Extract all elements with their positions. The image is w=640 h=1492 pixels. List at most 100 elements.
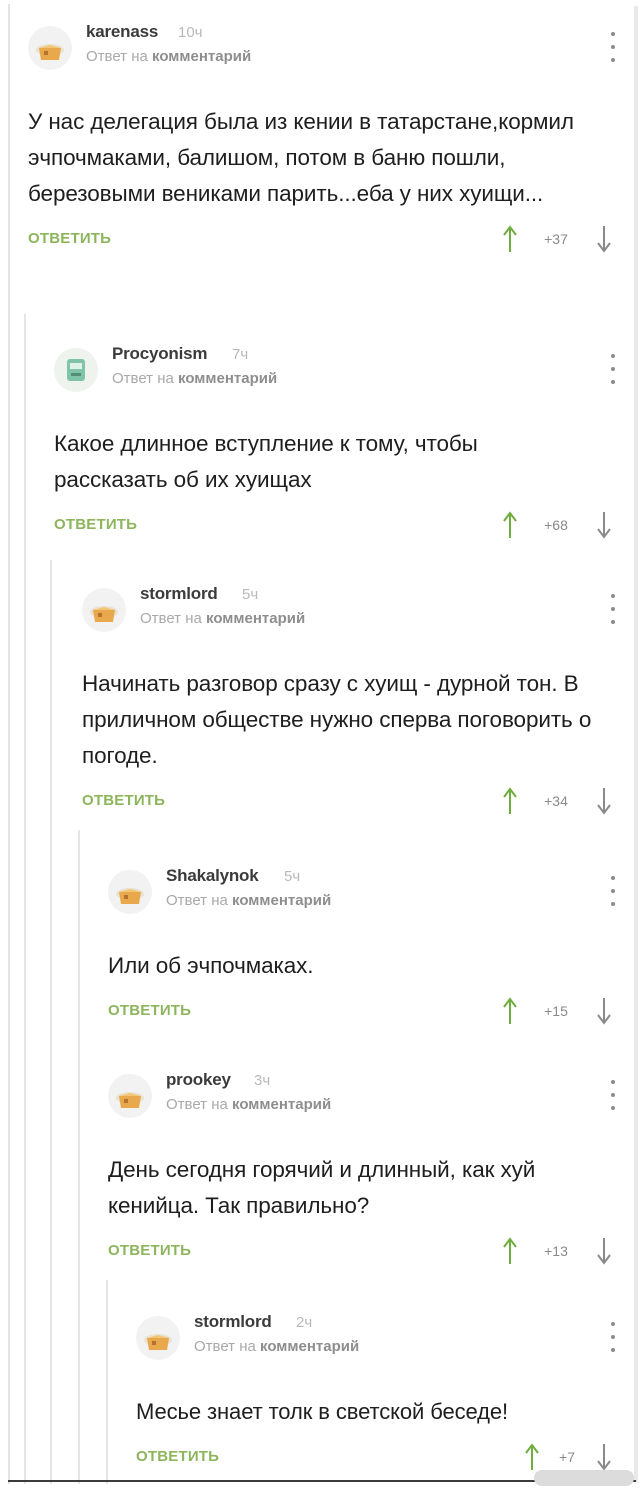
comment: Shakalynok 5ч Ответ на комментарий Или о… bbox=[108, 866, 618, 1026]
comment-author[interactable]: stormlord bbox=[194, 1312, 272, 1332]
reply-button[interactable]: ОТВЕТИТЬ bbox=[108, 1242, 191, 1259]
vote-score: +34 bbox=[544, 793, 568, 809]
arrow-down-icon[interactable] bbox=[596, 1442, 612, 1472]
arrow-up-icon[interactable] bbox=[524, 1442, 540, 1472]
robot-icon bbox=[67, 359, 85, 381]
reply-target-link[interactable]: комментарий bbox=[232, 1096, 331, 1113]
comment-author[interactable]: karenass bbox=[86, 22, 158, 42]
comment-text: Или об эчпочмаках. bbox=[108, 953, 314, 978]
reply-prefix: Ответ на bbox=[112, 370, 179, 387]
comment-header: Shakalynok 5ч Ответ на комментарий bbox=[108, 866, 618, 922]
reply-button[interactable]: ОТВЕТИТЬ bbox=[54, 516, 137, 533]
reply-prefix: Ответ на bbox=[194, 1338, 261, 1355]
comment-text: Какое длинное вступление к тому, чтобы р… bbox=[54, 431, 478, 492]
more-vertical-icon[interactable] bbox=[608, 32, 618, 62]
comment: stormlord 2ч Ответ на комментарий Месье … bbox=[136, 1312, 618, 1472]
reply-prefix: Ответ на bbox=[140, 610, 207, 627]
avatar[interactable] bbox=[82, 588, 126, 632]
reply-prefix: Ответ на bbox=[166, 892, 233, 909]
comment-time: 10ч bbox=[178, 24, 203, 41]
arrow-up-icon[interactable] bbox=[502, 996, 518, 1026]
avatar[interactable] bbox=[54, 348, 98, 392]
comment-time: 5ч bbox=[284, 868, 301, 885]
reply-to-line[interactable]: Ответ на комментарий bbox=[166, 892, 331, 909]
reply-to-line[interactable]: Ответ на комментарий bbox=[86, 48, 251, 65]
reply-prefix: Ответ на bbox=[166, 1096, 233, 1113]
comment-time: 7ч bbox=[232, 346, 249, 363]
comment-footer: ОТВЕТИТЬ +15 bbox=[108, 996, 618, 1026]
comment-header: stormlord 2ч Ответ на комментарий bbox=[136, 1312, 618, 1368]
arrow-up-icon[interactable] bbox=[502, 510, 518, 540]
thread-line-level-1 bbox=[24, 314, 26, 1484]
comment-header: karenass 10ч Ответ на комментарий bbox=[28, 22, 618, 78]
vote-score: +13 bbox=[544, 1243, 568, 1259]
reply-prefix: Ответ на bbox=[86, 48, 153, 65]
more-vertical-icon[interactable] bbox=[608, 1322, 618, 1352]
vote-score: +15 bbox=[544, 1003, 568, 1019]
arrow-up-icon[interactable] bbox=[502, 1236, 518, 1266]
comment-time: 2ч bbox=[296, 1314, 313, 1331]
reply-target-link[interactable]: комментарий bbox=[152, 48, 251, 65]
comment-text: Начинать разговор сразу с хуищ - дурной … bbox=[82, 671, 592, 768]
comment-footer: ОТВЕТИТЬ +7 bbox=[136, 1442, 618, 1472]
cat-in-box-icon bbox=[90, 606, 118, 622]
comment: stormlord 5ч Ответ на комментарий Начина… bbox=[82, 584, 618, 816]
comment-footer: ОТВЕТИТЬ +34 bbox=[82, 786, 618, 816]
comment-text: День сегодня горячий и длинный, как хуй … bbox=[108, 1157, 536, 1218]
comment-text: У нас делегация была из кении в татарста… bbox=[28, 109, 574, 206]
reply-to-line[interactable]: Ответ на комментарий bbox=[194, 1338, 359, 1355]
comment-footer: ОТВЕТИТЬ +37 bbox=[28, 224, 618, 254]
comment: prookey 3ч Ответ на комментарий День сег… bbox=[108, 1070, 618, 1266]
arrow-down-icon[interactable] bbox=[596, 224, 612, 254]
comment-header: stormlord 5ч Ответ на комментарий bbox=[82, 584, 618, 640]
thread-line-level-3 bbox=[78, 830, 80, 1484]
vote-score: +37 bbox=[544, 231, 568, 247]
comment-footer: ОТВЕТИТЬ +68 bbox=[54, 510, 618, 540]
avatar[interactable] bbox=[108, 870, 152, 914]
arrow-down-icon[interactable] bbox=[596, 510, 612, 540]
thread-line-level-2 bbox=[50, 560, 52, 1484]
vote-score: +7 bbox=[559, 1449, 575, 1465]
cat-in-box-icon bbox=[36, 44, 64, 60]
cat-in-box-icon bbox=[144, 1334, 172, 1350]
comment: Procyonism 7ч Ответ на комментарий Какое… bbox=[54, 344, 618, 540]
reply-to-line[interactable]: Ответ на комментарий bbox=[112, 370, 277, 387]
comment-author[interactable]: stormlord bbox=[140, 584, 218, 604]
reply-target-link[interactable]: комментарий bbox=[260, 1338, 359, 1355]
more-vertical-icon[interactable] bbox=[608, 1080, 618, 1110]
reply-target-link[interactable]: комментарий bbox=[206, 610, 305, 627]
comment: karenass 10ч Ответ на комментарий У нас … bbox=[28, 22, 618, 254]
vote-score: +68 bbox=[544, 517, 568, 533]
reply-button[interactable]: ОТВЕТИТЬ bbox=[28, 230, 111, 247]
comment-text: Месье знает толк в светской беседе! bbox=[136, 1399, 509, 1424]
avatar[interactable] bbox=[136, 1316, 180, 1360]
arrow-down-icon[interactable] bbox=[596, 996, 612, 1026]
scroll-indicator[interactable] bbox=[534, 1470, 634, 1486]
right-edge bbox=[634, 6, 638, 1482]
arrow-down-icon[interactable] bbox=[596, 786, 612, 816]
reply-button[interactable]: ОТВЕТИТЬ bbox=[82, 792, 165, 809]
comment-author[interactable]: prookey bbox=[166, 1070, 231, 1090]
comment-author[interactable]: Shakalynok bbox=[166, 866, 259, 886]
more-vertical-icon[interactable] bbox=[608, 876, 618, 906]
cat-in-box-icon bbox=[116, 888, 144, 904]
arrow-down-icon[interactable] bbox=[596, 1236, 612, 1266]
reply-button[interactable]: ОТВЕТИТЬ bbox=[108, 1002, 191, 1019]
avatar[interactable] bbox=[28, 26, 72, 70]
more-vertical-icon[interactable] bbox=[608, 354, 618, 384]
comment-time: 5ч bbox=[242, 586, 259, 603]
reply-target-link[interactable]: комментарий bbox=[232, 892, 331, 909]
arrow-up-icon[interactable] bbox=[502, 224, 518, 254]
arrow-up-icon[interactable] bbox=[502, 786, 518, 816]
reply-button[interactable]: ОТВЕТИТЬ bbox=[136, 1448, 219, 1465]
comment-author[interactable]: Procyonism bbox=[112, 344, 208, 364]
reply-to-line[interactable]: Ответ на комментарий bbox=[166, 1096, 331, 1113]
comment-time: 3ч bbox=[254, 1072, 271, 1089]
comment-header: prookey 3ч Ответ на комментарий bbox=[108, 1070, 618, 1126]
reply-to-line[interactable]: Ответ на комментарий bbox=[140, 610, 305, 627]
cat-in-box-icon bbox=[116, 1092, 144, 1108]
avatar[interactable] bbox=[108, 1074, 152, 1118]
comment-footer: ОТВЕТИТЬ +13 bbox=[108, 1236, 618, 1266]
more-vertical-icon[interactable] bbox=[608, 594, 618, 624]
reply-target-link[interactable]: комментарий bbox=[178, 370, 277, 387]
